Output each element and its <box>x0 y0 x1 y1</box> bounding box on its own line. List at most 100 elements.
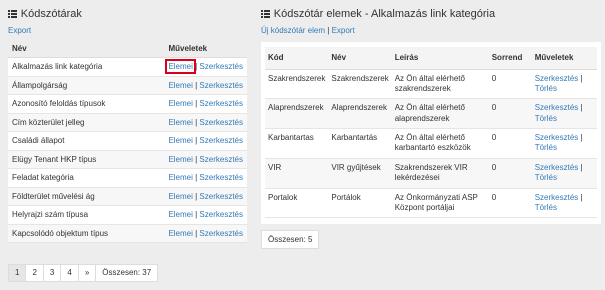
delete-link[interactable]: Törlés <box>535 84 557 93</box>
separator: | <box>578 192 583 202</box>
page-button[interactable]: 1 <box>8 264 27 282</box>
edit-link[interactable]: Szerkesztés <box>199 210 243 219</box>
items-link[interactable]: Elemei <box>168 118 192 127</box>
row-actions: Szerkesztés | Törlés <box>531 98 597 130</box>
items-link[interactable]: Elemei <box>168 81 192 90</box>
table-row: Elügy Tenant HKP típus Elemei | Szerkeszt… <box>8 150 247 169</box>
table-row: Szakrendszerek Szakrendszerek Az Ön által … <box>265 69 597 100</box>
delete-link[interactable]: Törlés <box>535 114 557 123</box>
table-row: Alkalmazás link kategória Elemei | Szerke… <box>8 57 247 77</box>
next-page-button[interactable]: » <box>77 264 97 282</box>
row-actions: Elemei | Szerkesztés <box>164 131 247 151</box>
row-actions: Elemei | Szerkesztés <box>164 168 247 188</box>
table-row: Cím közterület jelleg Elemei | Szerkeszté… <box>8 113 247 132</box>
edit-link[interactable]: Szerkesztés <box>199 99 243 108</box>
edit-link[interactable]: Szerkesztés <box>535 163 579 172</box>
page-button[interactable]: 3 <box>42 264 62 282</box>
separator: | <box>578 133 583 143</box>
items-link[interactable]: Elemei <box>165 59 196 75</box>
table-row: Helyrajzi szám típusa Elemei | Szerkeszté… <box>8 205 247 225</box>
row-actions: Elemei | Szerkesztés <box>164 94 247 114</box>
codebook-name: Állampolgárság <box>8 76 165 95</box>
row-actions: Szerkesztés | Törlés <box>531 188 597 219</box>
codebook-items-panel: Kódszótár elemek - Alkalmazás link kateg… <box>261 6 601 250</box>
item-code: Portalok <box>265 188 329 219</box>
edit-link[interactable]: Szerkesztés <box>199 136 243 145</box>
column-header-name: Név <box>8 40 165 58</box>
separator: | <box>578 103 583 113</box>
items-link[interactable]: Elemei <box>168 192 192 201</box>
items-link[interactable]: Elemei <box>168 210 192 219</box>
item-description: Az Ön által elérhető karbantartó eszközö… <box>391 128 489 159</box>
item-name: Alaprendszerek <box>328 98 392 130</box>
page-button[interactable]: 2 <box>25 264 44 282</box>
edit-link[interactable]: Szerkesztés <box>199 173 243 182</box>
delete-link[interactable]: Törlés <box>535 203 557 212</box>
table-row: VIR VIR gyűjtések Szakrendszerek VIR lekér… <box>265 158 597 189</box>
codebook-name: Családi állapot <box>8 131 165 151</box>
items-link[interactable]: Elemei <box>168 229 192 238</box>
items-link[interactable]: Elemei <box>168 136 192 145</box>
item-name: VIR gyűjtések <box>328 158 392 189</box>
codebook-name: Helyrajzi szám típusa <box>8 205 165 225</box>
row-actions: Szerkesztés | Törlés <box>531 128 597 159</box>
edit-link[interactable]: Szerkesztés <box>535 74 579 83</box>
pager-total: Összesen: 37 <box>95 264 159 282</box>
item-code: VIR <box>265 158 329 189</box>
item-code: Szakrendszerek <box>265 69 329 100</box>
row-actions: Elemei | Szerkesztés <box>164 187 247 206</box>
edit-link[interactable]: Szerkesztés <box>535 133 579 142</box>
edit-link[interactable]: Szerkesztés <box>199 229 243 238</box>
column-header-code: Kód <box>265 47 329 70</box>
item-code: Karbantartas <box>265 128 329 159</box>
items-link[interactable]: Elemei <box>168 99 192 108</box>
delete-link[interactable]: Törlés <box>535 173 557 182</box>
export-link-left[interactable]: Export <box>8 26 31 35</box>
item-description: Az Ön által elérhető szakrendszerek <box>391 69 489 100</box>
item-description: Szakrendszerek VIR lekérdezései <box>391 158 489 189</box>
table-row: Karbantartas Karbantartás Az Ön által elér… <box>265 128 597 159</box>
item-name: Karbantartás <box>328 128 392 159</box>
items-table-container: Kód Név Leírás Sorrend Műveletek Szakren… <box>261 42 601 225</box>
codebook-table: Név Műveletek Alkalmazás link kategória E… <box>8 40 247 243</box>
codebook-name: Földterület művelési ág <box>8 187 165 206</box>
row-actions: Elemei | Szerkesztés <box>164 57 247 77</box>
page-button[interactable]: 4 <box>60 264 79 282</box>
new-item-link[interactable]: Új kódszótár elem <box>261 26 325 35</box>
edit-link[interactable]: Szerkesztés <box>199 81 243 90</box>
column-header-order: Sorrend <box>488 47 532 70</box>
row-actions: Szerkesztés | Törlés <box>531 158 597 189</box>
item-order: 0 <box>488 69 532 100</box>
codebook-name: Azonosító feloldás típusok <box>8 94 165 114</box>
item-description: Az Ön által elérhető alaprendszerek <box>391 98 489 130</box>
items-link[interactable]: Elemei <box>168 173 192 182</box>
edit-link[interactable]: Szerkesztés <box>535 193 579 202</box>
row-actions: Elemei | Szerkesztés <box>164 224 247 243</box>
grid-icon <box>261 9 270 19</box>
codebook-name: Feladat kategória <box>8 168 165 188</box>
delete-link[interactable]: Törlés <box>535 143 557 152</box>
item-order: 0 <box>488 98 532 130</box>
edit-link[interactable]: Szerkesztés <box>199 192 243 201</box>
separator: | <box>578 73 583 83</box>
edit-link[interactable]: Szerkesztés <box>535 103 579 112</box>
codebook-name: Kapcsolódó objektum típus <box>8 224 165 243</box>
item-order: 0 <box>488 158 532 189</box>
items-link[interactable]: Elemei <box>168 155 192 164</box>
edit-link[interactable]: Szerkesztés <box>199 118 243 127</box>
row-actions: Elemei | Szerkesztés <box>164 205 247 225</box>
export-link-right[interactable]: Export <box>332 26 355 35</box>
codebook-panel: Kódszótárak Export Név Műveletek Alkalma… <box>8 6 247 243</box>
row-actions: Elemei | Szerkesztés <box>164 113 247 132</box>
edit-link[interactable]: Szerkesztés <box>199 155 243 164</box>
table-row: Családi állapot Elemei | Szerkesztés <box>8 131 247 151</box>
column-header-name: Név <box>328 47 392 70</box>
table-row: Portalok Portálok Az Önkormányzati ASP Köz… <box>265 188 597 219</box>
item-name: Portálok <box>328 188 392 219</box>
row-actions: Szerkesztés | Törlés <box>531 69 597 100</box>
item-description: Az Önkormányzati ASP Központ portáljai <box>391 188 489 219</box>
item-code: Alaprendszerek <box>265 98 329 130</box>
edit-link[interactable]: Szerkesztés <box>199 62 243 71</box>
row-actions: Elemei | Szerkesztés <box>164 150 247 169</box>
column-header-description: Leírás <box>391 47 489 70</box>
